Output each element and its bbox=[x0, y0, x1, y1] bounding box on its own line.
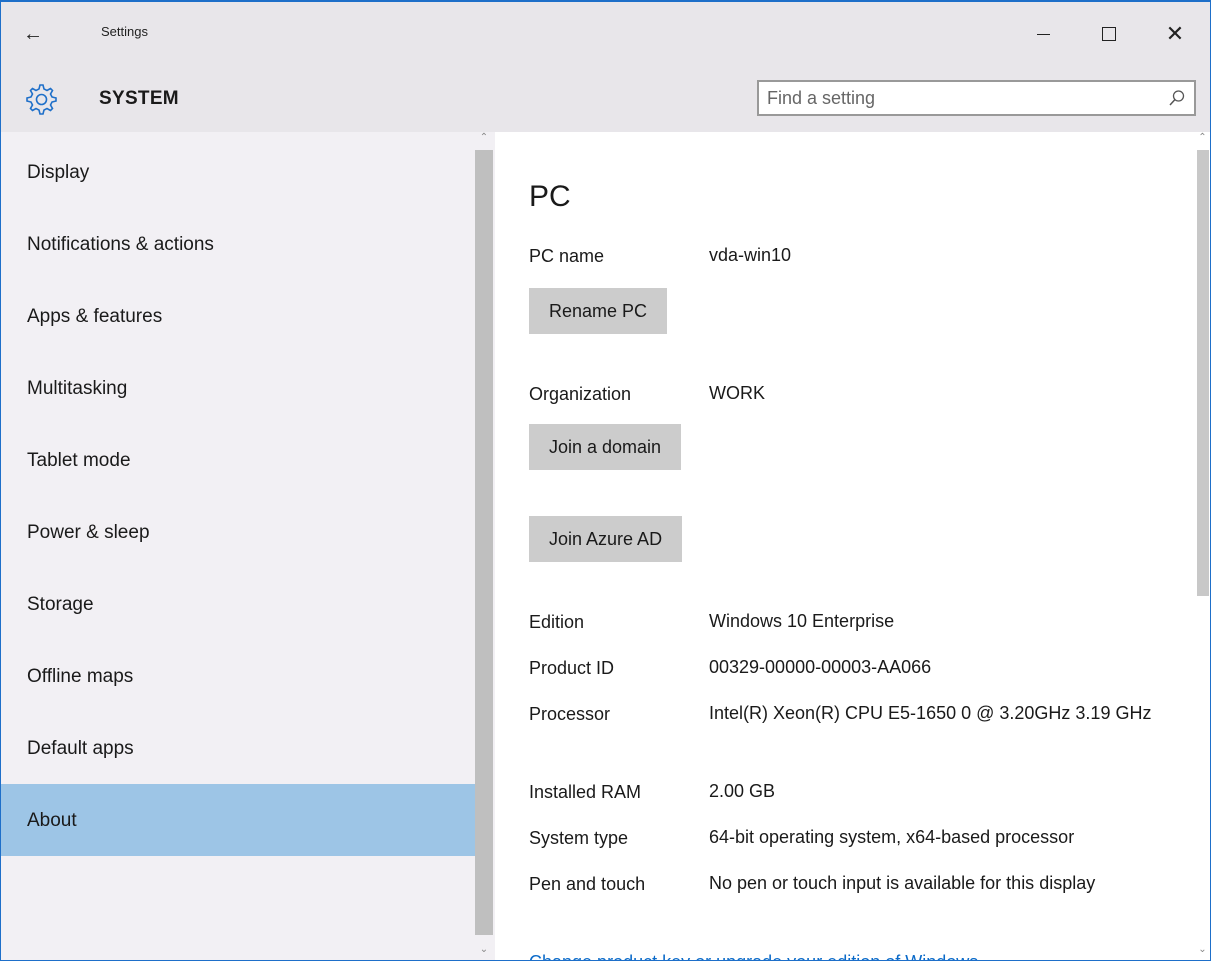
gear-icon bbox=[26, 84, 57, 115]
content-scroll-up-icon[interactable]: ⌃ bbox=[1195, 132, 1210, 143]
title-bar: ← Settings ✕ bbox=[1, 2, 1210, 68]
search-icon[interactable] bbox=[1168, 89, 1186, 107]
sidebar-item-storage[interactable]: Storage bbox=[1, 568, 475, 640]
scroll-down-icon[interactable]: ⌄ bbox=[475, 944, 493, 955]
sidebar-item-label: About bbox=[27, 810, 77, 831]
sidebar-item-label: Apps & features bbox=[27, 306, 163, 327]
maximize-button[interactable] bbox=[1086, 14, 1132, 54]
sidebar-scroll-thumb[interactable] bbox=[475, 150, 493, 935]
back-button[interactable]: ← bbox=[23, 14, 59, 54]
sidebar-item-notifications[interactable]: Notifications & actions bbox=[1, 208, 475, 280]
sidebar-item-label: Notifications & actions bbox=[27, 234, 214, 255]
minimize-icon bbox=[1036, 33, 1050, 35]
organization-value: WORK bbox=[709, 383, 765, 403]
sidebar-item-default-apps[interactable]: Default apps bbox=[1, 712, 475, 784]
search-input[interactable] bbox=[767, 82, 1157, 114]
organization-label: Organization bbox=[529, 384, 632, 404]
page-title: PC bbox=[529, 180, 571, 213]
sidebar-item-offline-maps[interactable]: Offline maps bbox=[1, 640, 475, 712]
rename-pc-button[interactable]: Rename PC bbox=[529, 288, 668, 334]
sidebar-nav: Display Notifications & actions Apps & f… bbox=[1, 132, 475, 960]
section-title: SYSTEM bbox=[99, 88, 179, 109]
window-title: Settings bbox=[101, 24, 148, 39]
back-arrow-icon: ← bbox=[23, 23, 43, 45]
sidebar-item-label: Power & sleep bbox=[27, 522, 150, 543]
content-scrollbar[interactable]: ⌃ ⌄ bbox=[1195, 132, 1210, 960]
edition-value: Windows 10 Enterprise bbox=[709, 611, 895, 631]
product-id-label: Product ID bbox=[529, 658, 615, 678]
pc-name-value: vda-win10 bbox=[709, 245, 792, 265]
pc-name-label: PC name bbox=[529, 246, 605, 266]
system-type-value: 64-bit operating system, x64-based proce… bbox=[709, 827, 1075, 847]
pen-touch-value: No pen or touch input is available for t… bbox=[709, 873, 1096, 893]
close-button[interactable]: ✕ bbox=[1152, 14, 1198, 54]
close-icon: ✕ bbox=[1165, 21, 1185, 46]
sidebar-item-label: Default apps bbox=[27, 738, 134, 759]
product-id-value: 00329-00000-00003-AA066 bbox=[709, 657, 932, 677]
pen-touch-label: Pen and touch bbox=[529, 874, 646, 894]
sidebar-item-multitasking[interactable]: Multitasking bbox=[1, 352, 475, 424]
join-domain-button[interactable]: Join a domain bbox=[529, 424, 682, 470]
sidebar-item-apps[interactable]: Apps & features bbox=[1, 280, 475, 352]
sidebar-item-label: Storage bbox=[27, 594, 94, 615]
edition-label: Edition bbox=[529, 612, 585, 632]
sidebar-item-label: Multitasking bbox=[27, 378, 128, 399]
scroll-up-icon[interactable]: ⌃ bbox=[475, 132, 493, 143]
content-scroll-thumb[interactable] bbox=[1197, 150, 1209, 596]
system-type-label: System type bbox=[529, 828, 629, 848]
sidebar-item-tablet-mode[interactable]: Tablet mode bbox=[1, 424, 475, 496]
processor-value: Intel(R) Xeon(R) CPU E5-1650 0 @ 3.20GHz… bbox=[709, 703, 1152, 723]
content-scroll-down-icon[interactable]: ⌄ bbox=[1195, 944, 1210, 955]
sidebar-scrollbar[interactable]: ⌃ ⌄ bbox=[475, 132, 495, 960]
sidebar-item-power-sleep[interactable]: Power & sleep bbox=[1, 496, 475, 568]
join-azure-ad-button[interactable]: Join Azure AD bbox=[529, 516, 683, 562]
settings-header: SYSTEM bbox=[1, 68, 1210, 132]
installed-ram-label: Installed RAM bbox=[529, 782, 642, 802]
processor-label: Processor bbox=[529, 704, 611, 724]
sidebar-item-label: Offline maps bbox=[27, 666, 134, 687]
sidebar-item-display[interactable]: Display bbox=[1, 136, 475, 208]
sidebar-item-label: Tablet mode bbox=[27, 450, 131, 471]
settings-window: ← Settings ✕ SYSTEM Di bbox=[0, 0, 1211, 961]
sidebar-item-label: Display bbox=[27, 162, 90, 183]
installed-ram-value: 2.00 GB bbox=[709, 781, 776, 801]
minimize-button[interactable] bbox=[1020, 14, 1066, 54]
search-box[interactable] bbox=[757, 80, 1196, 116]
upgrade-edition-link[interactable]: Change product key or upgrade your editi… bbox=[529, 952, 978, 960]
maximize-icon bbox=[1102, 27, 1116, 41]
sidebar-item-about[interactable]: About bbox=[1, 784, 475, 856]
about-panel: PC PC name vda-win10 Rename PC Organizat… bbox=[495, 132, 1195, 960]
